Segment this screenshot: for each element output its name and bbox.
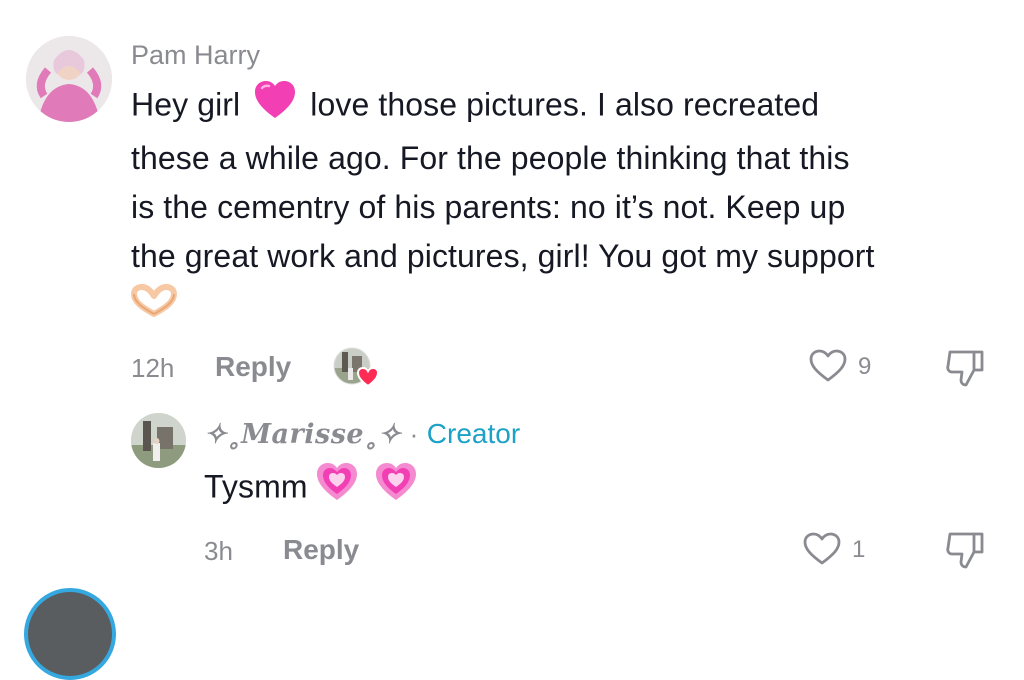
comment-line-2: these a while ago. For the people thinki… (131, 140, 850, 176)
next-comment-avatar[interactable] (24, 588, 116, 680)
comment-line-4: the great work and pictures, girl! You g… (131, 238, 875, 274)
reply-timestamp: 3h (204, 536, 233, 566)
commenter-username[interactable]: Pam Harry (131, 42, 260, 69)
creator-liked-avatar-icon (332, 346, 380, 388)
comment-text: Hey girl love those pictures. I also rec… (131, 80, 1011, 330)
reply-dislike-thumb-icon[interactable] (944, 530, 988, 570)
growing-heart-emoji-icon (315, 462, 359, 516)
reply-username[interactable]: ✧˳𝑴𝒂𝒓𝒊𝒔𝒔𝒆˳✧ (204, 419, 401, 450)
comment-timestamp: 12h (131, 353, 175, 383)
next-comment-username-fragment (134, 600, 224, 612)
comment-line-3: is the cementry of his parents: no it’s … (131, 189, 846, 225)
comment-like-count: 9 (858, 353, 872, 380)
reply-avatar-photo (131, 413, 186, 468)
comment-like-heart-icon[interactable] (809, 349, 847, 383)
separator-dot: · (409, 419, 419, 449)
comment-reply-button[interactable]: Reply (215, 353, 291, 381)
creator-badge: Creator (426, 418, 521, 449)
reply-like-heart-icon[interactable] (803, 532, 841, 566)
heart-hands-emoji-icon (131, 283, 177, 332)
comment-line-5 (131, 281, 1011, 330)
reply-like-count: 1 (852, 536, 866, 563)
avatar-photo (26, 36, 112, 122)
growing-heart-emoji-icon (374, 462, 418, 516)
pink-heart-emoji-icon (253, 80, 297, 134)
comment-line-1: Hey girl love those pictures. I also rec… (131, 80, 1011, 134)
reply-reply-button[interactable]: Reply (283, 536, 359, 564)
reply-text: Tysmm (204, 462, 418, 516)
comment-dislike-thumb-icon[interactable] (944, 348, 988, 388)
reply-avatar[interactable] (131, 413, 186, 468)
commenter-avatar[interactable] (26, 36, 112, 122)
reply-header: ✧˳𝑴𝒂𝒓𝒊𝒔𝒔𝒆˳✧ · Creator (204, 418, 521, 450)
